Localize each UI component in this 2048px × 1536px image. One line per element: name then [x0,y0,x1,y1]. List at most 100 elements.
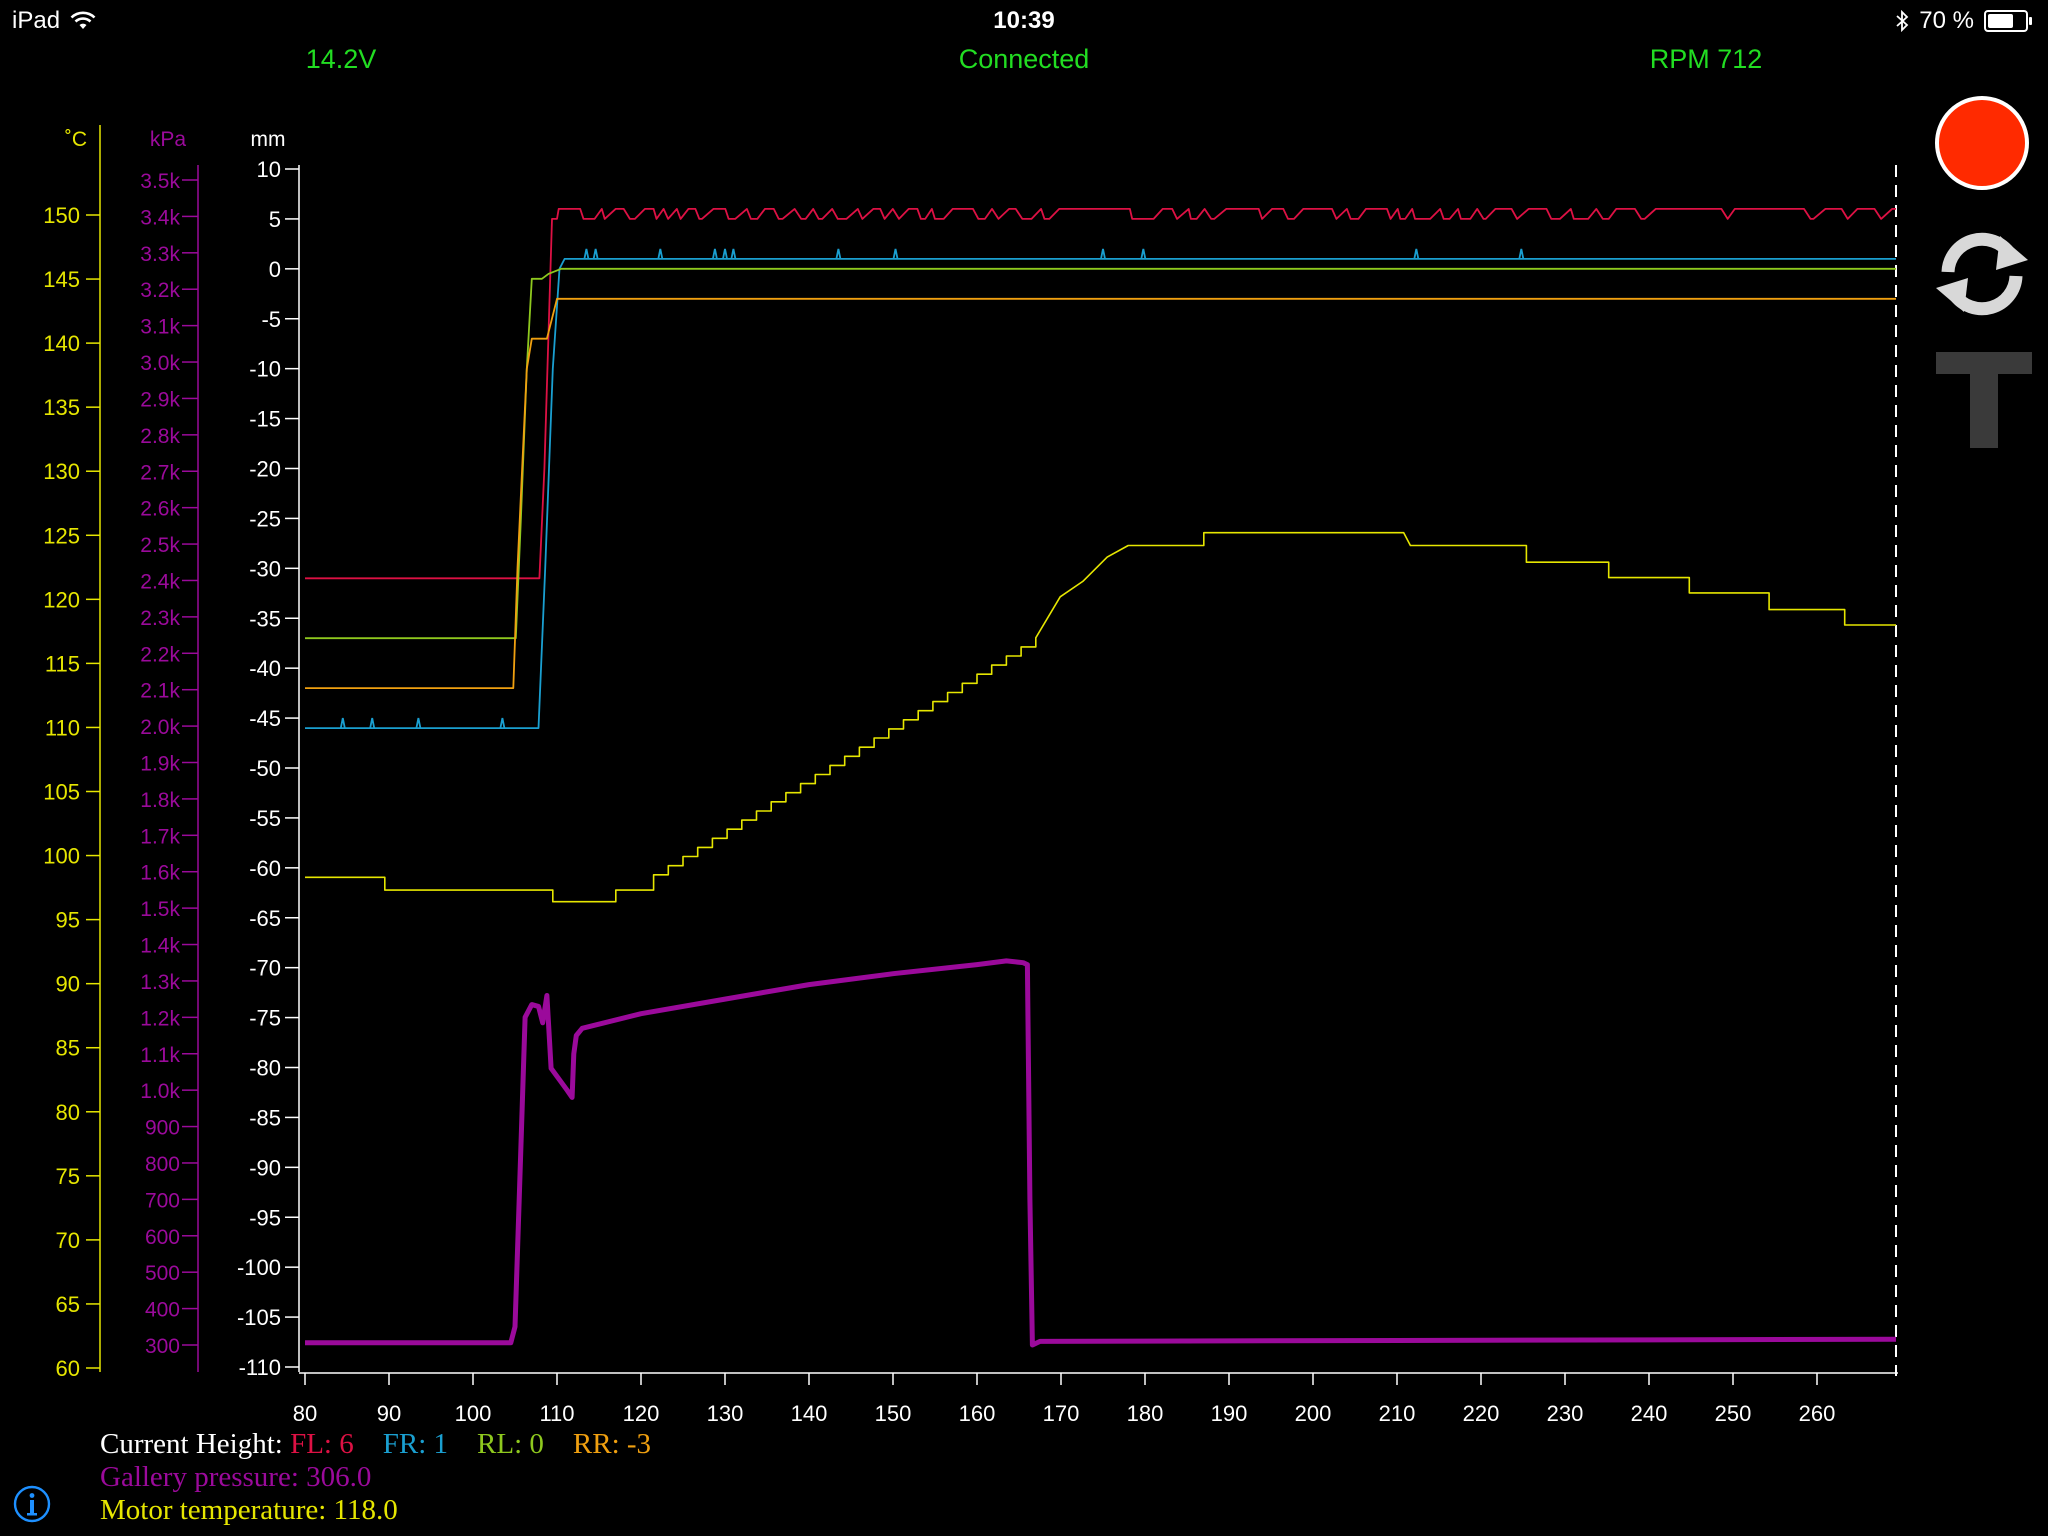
temperature-axis-label: ˚C [65,128,87,151]
x-tick-label: 200 [1295,1401,1332,1426]
height-tick-label: -25 [249,506,281,531]
x-tick-label: 220 [1463,1401,1500,1426]
current-height-label: Current Height: [100,1428,283,1460]
x-tick-label: 250 [1715,1401,1752,1426]
temperature-tick-label: 140 [43,331,80,356]
pressure-tick-label: 2.7k [140,461,180,484]
height-tick-label: -90 [249,1155,281,1180]
text-tool-icon[interactable] [1934,350,2034,450]
temperature-tick-label: 75 [56,1164,80,1189]
pressure-tick-label: 2.0k [140,716,180,739]
x-tick-label: 130 [707,1401,744,1426]
height-axis-label: mm [251,128,286,151]
temperature-tick-label: 90 [56,972,80,997]
height-tick-label: -35 [249,606,281,631]
pressure-tick-label: 2.2k [140,643,180,666]
x-tick-label: 90 [377,1401,401,1426]
height-tick-label: -30 [249,556,281,581]
series-spike-fr [892,248,899,260]
series-spike-fr [657,248,664,260]
series-line-rl [305,267,1896,640]
temperature-tick-label: 100 [43,844,80,869]
pressure-tick-label: 1.5k [140,898,180,921]
temperature-tick-label: 70 [56,1228,80,1253]
series-spike-fr [583,248,590,260]
refresh-icon[interactable] [1930,226,2034,322]
legend-rl: RL: 0 [477,1428,544,1460]
series-spike-fr [722,248,728,260]
pressure-tick-label: 1.3k [140,971,180,994]
x-tick-label: 240 [1631,1401,1668,1426]
series-spike-fr [1413,248,1420,260]
legend-fr: FR: 1 [382,1428,449,1460]
height-tick-label: -45 [249,706,281,731]
series-spike-fr [730,248,737,260]
x-tick-label: 180 [1127,1401,1164,1426]
pressure-tick-label: 600 [145,1226,180,1249]
pressure-tick-label: 2.4k [140,570,180,593]
height-tick-label: 5 [269,207,281,232]
series-spike-fr [835,248,842,260]
x-tick-label: 230 [1547,1401,1584,1426]
pressure-tick-label: 2.3k [140,607,180,630]
temperature-tick-label: 105 [43,780,80,805]
legend-pressure: Gallery pressure: 306.0 [100,1461,372,1493]
x-tick-label: 150 [875,1401,912,1426]
legend-panel: Current Height: FL: 6 FR: 1 RL: 0 RR: -3… [100,1428,651,1527]
temperature-tick-label: 125 [43,523,80,548]
pressure-tick-label: 300 [145,1335,180,1358]
series-spike-fr [1100,248,1106,260]
x-tick-label: 110 [539,1401,574,1426]
x-tick-label: 260 [1799,1401,1836,1426]
pressure-tick-label: 900 [145,1117,180,1140]
pressure-tick-label: 2.1k [140,680,180,703]
height-tick-label: -110 [239,1355,281,1380]
series-spike-fr [1518,248,1525,260]
temperature-tick-label: 85 [56,1036,80,1061]
pressure-tick-label: 500 [145,1262,180,1285]
temperature-tick-label: 110 [45,715,80,740]
height-tick-label: -100 [237,1255,281,1280]
temperature-tick-label: 150 [43,203,80,228]
pressure-tick-label: 1.9k [140,753,180,776]
series-spike-fr [415,717,422,729]
pressure-tick-label: 700 [145,1189,180,1212]
x-tick-label: 210 [1379,1401,1416,1426]
height-tick-label: 0 [269,257,281,282]
pressure-tick-label: 1.8k [140,789,180,812]
series-spike-fr [592,248,599,260]
height-tick-label: -95 [249,1205,281,1230]
pressure-tick-label: 3.3k [140,243,180,266]
pressure-tick-label: 1.2k [140,1007,180,1030]
pressure-tick-label: 1.1k [140,1044,180,1067]
height-tick-label: -5 [261,307,281,332]
x-tick-label: 140 [791,1401,828,1426]
height-tick-label: -65 [249,906,281,931]
pressure-tick-label: 3.5k [140,170,180,193]
series-line-fl [305,208,1896,580]
series-spike-fr [369,717,376,729]
height-tick-label: -10 [249,357,281,382]
x-tick-label: 160 [959,1401,996,1426]
pressure-tick-label: 3.1k [140,316,180,339]
series-spike-fr [1140,248,1147,260]
x-tick-label: 190 [1211,1401,1248,1426]
pressure-tick-label: 2.5k [140,534,180,557]
record-button[interactable] [1935,96,2029,190]
temperature-tick-label: 95 [56,908,80,933]
height-tick-label: -20 [249,457,281,482]
pressure-tick-label: 1.4k [140,935,180,958]
height-tick-label: -55 [249,806,281,831]
pressure-axis-label: kPa [150,128,187,151]
telemetry-chart[interactable]: ˚C kPa mm606570758085909510010511011512012… [0,0,2048,1536]
pressure-tick-label: 3.2k [140,279,180,302]
pressure-tick-label: 3.0k [140,352,180,375]
x-tick-label: 170 [1043,1401,1080,1426]
temperature-tick-label: 65 [56,1292,80,1317]
pressure-tick-label: 800 [145,1153,180,1176]
legend-fl: FL: 6 [290,1428,354,1460]
temperature-tick-label: 115 [45,651,80,676]
temperature-tick-label: 135 [43,395,80,420]
height-tick-label: 10 [257,157,281,182]
info-icon[interactable] [12,1484,52,1524]
